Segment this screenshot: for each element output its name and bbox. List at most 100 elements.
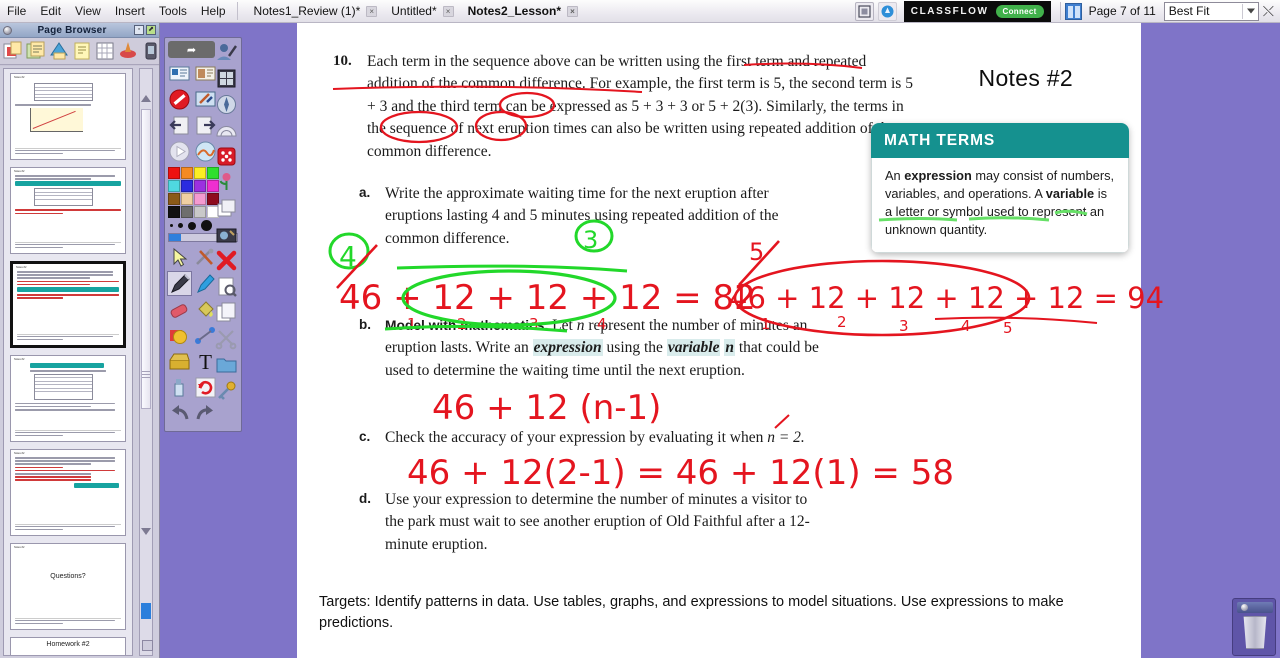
page-thumbnail[interactable]: Notes #2: [10, 355, 126, 442]
no-entry-icon[interactable]: [167, 87, 192, 112]
duplicate-page-icon[interactable]: [25, 39, 47, 63]
page-thumbnail[interactable]: Notes #2: [10, 167, 126, 254]
color-swatch-orange[interactable]: [181, 167, 193, 179]
flower-icon[interactable]: [214, 170, 239, 195]
scrollbar-highlight[interactable]: [141, 603, 151, 619]
cloud-sync-icon[interactable]: [877, 1, 897, 21]
clipboard-icon[interactable]: [214, 274, 239, 299]
thumbnail-footer: [15, 523, 121, 532]
tab-close-icon[interactable]: ×: [567, 5, 578, 17]
page-thumbnail[interactable]: Notes #2 Questions?: [10, 543, 126, 630]
tab-close-icon[interactable]: ×: [442, 5, 454, 17]
play-icon[interactable]: [167, 139, 192, 164]
chevron-down-icon[interactable]: [1246, 8, 1255, 14]
stroke-size-m[interactable]: [188, 221, 196, 230]
new-page-icon[interactable]: [2, 39, 24, 63]
page-thumbnail[interactable]: Notes #2: [10, 449, 126, 536]
color-swatch-cyan[interactable]: [168, 180, 180, 192]
folder-icon[interactable]: [214, 352, 239, 377]
key-icon[interactable]: [214, 378, 239, 403]
tab-label: Untitled*: [391, 4, 437, 18]
page-thumbnail[interactable]: Homework #2: [10, 637, 126, 655]
page-title: Notes #2: [978, 65, 1073, 91]
menu-edit[interactable]: Edit: [33, 2, 68, 21]
stroke-size-xs[interactable]: [170, 224, 173, 227]
spray-icon[interactable]: [167, 375, 192, 400]
collapse-toolbar-icon[interactable]: ⤬: [1263, 4, 1274, 18]
presentation-view-icon[interactable]: [854, 1, 874, 21]
scrollbar-thumb[interactable]: [141, 109, 151, 409]
thumbnail-homework-label: Homework #2: [46, 641, 90, 648]
thumbnail-body: [15, 175, 121, 244]
part-c: c. Check the accuracy of your expression…: [359, 427, 839, 449]
eraser-icon[interactable]: [167, 297, 192, 322]
document-canvas[interactable]: Notes #2 10. Each term in the sequence a…: [297, 23, 1164, 658]
thumbnail-header: Notes #2: [14, 546, 25, 549]
phone-icon[interactable]: [140, 39, 162, 63]
close-icon[interactable]: [3, 25, 12, 35]
annotate-user-icon[interactable]: [214, 40, 239, 65]
pin-icon[interactable]: ⬈: [146, 25, 156, 35]
pages-icon[interactable]: [214, 300, 239, 325]
stroke-size-l[interactable]: [201, 220, 212, 231]
tab-untitled[interactable]: Untitled* ×: [383, 0, 459, 22]
color-swatch-gray[interactable]: [181, 206, 193, 218]
sort-icon[interactable]: [117, 39, 139, 63]
scroll-up-icon[interactable]: [141, 95, 151, 102]
menu-tools[interactable]: Tools: [152, 2, 194, 21]
thumbnail-scrollbar[interactable]: [139, 68, 153, 656]
color-swatch-black[interactable]: [168, 206, 180, 218]
scissors-icon[interactable]: [214, 326, 239, 351]
undo-icon[interactable]: [167, 401, 192, 426]
prev-page-icon[interactable]: [167, 113, 192, 138]
dice-icon[interactable]: [214, 144, 239, 169]
zoom-select[interactable]: Best Fit: [1163, 1, 1259, 21]
classflow-badge[interactable]: CLASSFLOW Connect: [903, 0, 1051, 22]
trash-bin[interactable]: [1232, 598, 1276, 656]
page-thumbnail-selected[interactable]: Notes #2: [10, 261, 126, 348]
color-swatch-red[interactable]: [168, 167, 180, 179]
scrollbar-resize-icon[interactable]: [142, 640, 153, 651]
color-swatch-pink[interactable]: [194, 193, 206, 205]
ink-count-b3: 3: [899, 317, 909, 335]
page-thumbnail[interactable]: Notes #2: [10, 73, 126, 160]
tab-notes1-review[interactable]: Notes1_Review (1)* ×: [246, 0, 384, 22]
page-thumbnail-list[interactable]: Notes #2 Notes #2 Notes #2 Notes #2 Note…: [0, 66, 159, 658]
pen-icon[interactable]: [167, 271, 192, 296]
menu-divider: [236, 2, 238, 20]
menu-view[interactable]: View: [68, 2, 108, 21]
delete-x-icon[interactable]: [214, 248, 239, 273]
calculator-icon[interactable]: [214, 66, 239, 91]
thumbnail-scroll-area[interactable]: Notes #2 Notes #2 Notes #2 Notes #2 Note…: [3, 68, 133, 656]
scrollbar-grip[interactable]: [142, 369, 150, 385]
camera-icon[interactable]: [214, 222, 239, 247]
page-properties-icon[interactable]: [48, 39, 70, 63]
tab-close-icon[interactable]: ×: [366, 5, 378, 17]
menu-help[interactable]: Help: [194, 2, 233, 21]
shape-icon[interactable]: [167, 323, 192, 348]
page-layout-icon[interactable]: [1064, 2, 1082, 20]
menu-insert[interactable]: Insert: [108, 2, 152, 21]
cursor-icon[interactable]: [167, 245, 192, 270]
color-swatch-lightgray[interactable]: [194, 206, 206, 218]
notepad-icon[interactable]: [214, 196, 239, 221]
stamp-icon[interactable]: [167, 349, 192, 374]
color-swatch-yellow[interactable]: [194, 167, 206, 179]
protractor-icon[interactable]: [214, 118, 239, 143]
grid-icon[interactable]: [94, 39, 116, 63]
business-card-icon[interactable]: [167, 61, 192, 86]
classflow-connect-button[interactable]: Connect: [995, 4, 1044, 18]
notes-icon[interactable]: [71, 39, 93, 63]
menu-file[interactable]: File: [0, 2, 33, 21]
share-icon[interactable]: [168, 41, 215, 58]
scroll-down-icon[interactable]: [141, 528, 151, 535]
color-swatch-tan[interactable]: [181, 193, 193, 205]
color-swatch-brown[interactable]: [168, 193, 180, 205]
color-swatch-blue[interactable]: [181, 180, 193, 192]
redo-icon[interactable]: [193, 401, 218, 426]
tab-notes2-lesson[interactable]: Notes2_Lesson* ×: [460, 0, 584, 22]
stroke-size-s[interactable]: [178, 223, 183, 228]
compass-icon[interactable]: [214, 92, 239, 117]
color-swatch-purple[interactable]: [194, 180, 206, 192]
minimize-icon[interactable]: ▫: [134, 25, 144, 35]
